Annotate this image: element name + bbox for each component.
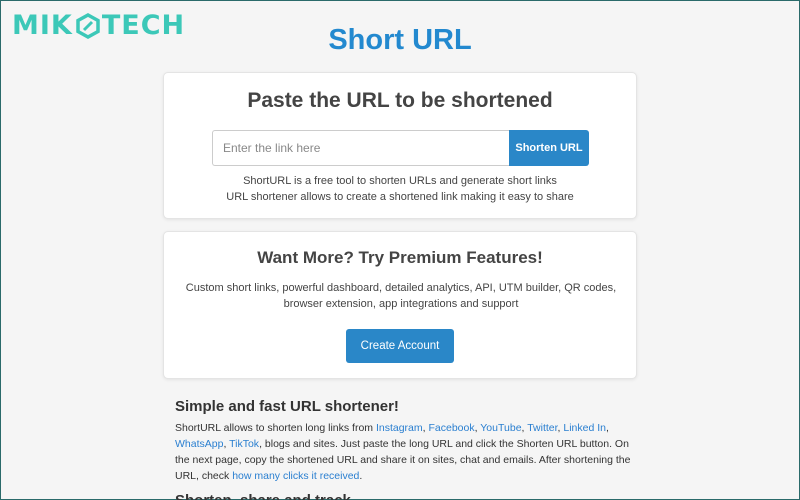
separator: , bbox=[606, 422, 609, 434]
link-tiktok[interactable]: TikTok bbox=[229, 438, 259, 450]
shortener-heading: Paste the URL to be shortened bbox=[247, 89, 553, 112]
link-instagram[interactable]: Instagram bbox=[376, 422, 423, 434]
link-click-stats[interactable]: how many clicks it received bbox=[232, 470, 359, 482]
url-input[interactable] bbox=[212, 130, 509, 166]
article-end-text: . bbox=[359, 470, 363, 482]
shortener-card: Paste the URL to be shortened Shorten UR… bbox=[163, 72, 637, 219]
link-whatsapp[interactable]: WhatsApp bbox=[175, 438, 223, 450]
shortener-desc-line2: URL shortener allows to create a shorten… bbox=[226, 191, 574, 203]
article-next-heading: Shorten, share and track bbox=[175, 492, 635, 500]
shortener-description: ShortURL is a free tool to shorten URLs … bbox=[164, 173, 636, 205]
link-linkedin[interactable]: Linked In bbox=[563, 422, 606, 434]
url-form: Shorten URL bbox=[212, 130, 589, 166]
article-paragraph: ShortURL allows to shorten long links fr… bbox=[175, 420, 635, 484]
article-heading: Simple and fast URL shortener! bbox=[175, 398, 399, 415]
page-title: Short URL bbox=[328, 24, 472, 56]
premium-description: Custom short links, powerful dashboard, … bbox=[184, 280, 618, 312]
shorten-url-button[interactable]: Shorten URL bbox=[509, 130, 589, 166]
link-twitter[interactable]: Twitter bbox=[527, 422, 557, 434]
premium-desc-line2: browser extension, app integrations and … bbox=[283, 298, 519, 310]
premium-card: Want More? Try Premium Features! Custom … bbox=[163, 231, 637, 379]
premium-heading: Want More? Try Premium Features! bbox=[257, 248, 543, 267]
premium-desc-line1: Custom short links, powerful dashboard, … bbox=[185, 282, 617, 294]
article-section: Simple and fast URL shortener! ShortURL … bbox=[175, 398, 635, 500]
article-intro: ShortURL allows to shorten long links fr… bbox=[175, 422, 376, 434]
link-youtube[interactable]: YouTube bbox=[480, 422, 521, 434]
shortener-desc-line1: ShortURL is a free tool to shorten URLs … bbox=[243, 175, 557, 187]
link-facebook[interactable]: Facebook bbox=[428, 422, 474, 434]
create-account-button[interactable]: Create Account bbox=[346, 329, 454, 363]
